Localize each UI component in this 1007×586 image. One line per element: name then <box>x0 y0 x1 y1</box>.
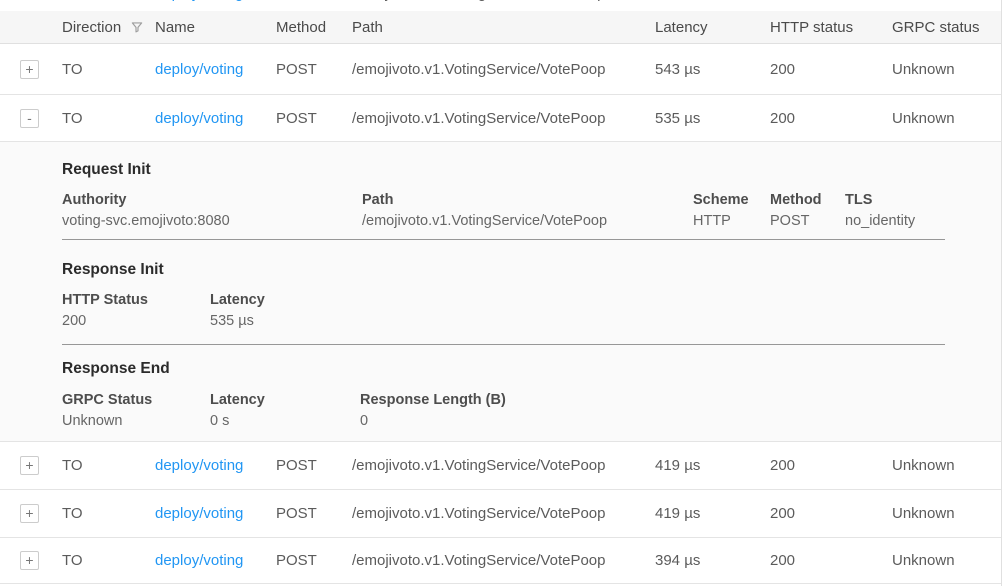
http-status-cell: 200 <box>770 110 892 127</box>
direction-cell: TO <box>62 0 155 3</box>
field-value: 200 <box>62 313 210 330</box>
grpc-status-cell: Unknown <box>892 457 1001 474</box>
collapse-row-button[interactable]: - <box>20 109 39 128</box>
column-header-label: Direction <box>62 19 121 36</box>
method-cell: POST <box>276 457 352 474</box>
field-http-status: HTTP Status 200 <box>62 292 210 330</box>
latency-cell: 419 µs <box>655 457 770 474</box>
field-method: Method POST <box>770 192 845 230</box>
expand-row-button[interactable]: + <box>20 504 39 523</box>
column-header-direction: Direction <box>62 19 155 36</box>
path-cell: /emojivoto.v1.VotingService/VotePoop <box>352 457 655 474</box>
field-tls: TLS no_identity <box>845 192 1001 230</box>
http-status-cell: 200 <box>770 457 892 474</box>
table-header: Direction Name Method Path Latency HTTP … <box>0 11 1001 44</box>
column-header-grpc-status: GRPC status <box>892 19 1001 36</box>
path-cell: /emojivoto.v1.VotingService/VotePoop <box>352 505 655 522</box>
name-link[interactable]: deploy/voting <box>155 0 243 2</box>
field-label: Authority <box>62 192 362 209</box>
method-cell: POST <box>276 0 352 3</box>
name-link[interactable]: deploy/voting <box>155 552 243 569</box>
column-header-latency: Latency <box>655 19 770 36</box>
field-label: Method <box>770 192 845 209</box>
http-status-cell: 200 <box>770 505 892 522</box>
method-cell: POST <box>276 61 352 78</box>
response-end-title: Response End <box>62 345 1001 378</box>
filter-icon[interactable] <box>130 20 144 34</box>
field-value: 0 <box>360 413 1001 430</box>
field-value: /emojivoto.v1.VotingService/VotePoop <box>362 213 693 230</box>
direction-cell: TO <box>62 505 155 522</box>
field-label: TLS <box>845 192 1001 209</box>
clipped-top-row: TO deploy/voting POST /emojivoto.v1.Voti… <box>0 0 1001 11</box>
latency-cell: 543 µs <box>655 61 770 78</box>
table-row-expanded: - TO deploy/voting POST /emojivoto.v1.Vo… <box>0 95 1001 142</box>
response-init-title: Response Init <box>62 240 1001 279</box>
field-label: Scheme <box>693 192 770 209</box>
expanded-detail-panel: Request Init Authority voting-svc.emojiv… <box>0 142 1001 442</box>
field-label: GRPC Status <box>62 392 210 409</box>
field-response-length: Response Length (B) 0 <box>360 392 1001 430</box>
direction-cell: TO <box>62 61 155 78</box>
field-value: 535 µs <box>210 313 1001 330</box>
table-row: + TO deploy/voting POST /emojivoto.v1.Vo… <box>0 44 1001 95</box>
column-header-method: Method <box>276 19 352 36</box>
expand-row-button[interactable]: + <box>20 456 39 475</box>
expand-row-button[interactable]: + <box>20 551 39 570</box>
response-init-fields: HTTP Status 200 Latency 535 µs <box>62 292 1001 330</box>
column-header-name: Name <box>155 19 276 36</box>
request-init-fields: Authority voting-svc.emojivoto:8080 Path… <box>62 192 1001 230</box>
response-end-fields: GRPC Status Unknown Latency 0 s Response… <box>62 392 1001 430</box>
method-cell: POST <box>276 110 352 127</box>
method-cell: POST <box>276 552 352 569</box>
path-cell: /emojivoto.v1.VotingService/VotePoop <box>352 0 655 3</box>
tap-table-card: TO deploy/voting POST /emojivoto.v1.Voti… <box>0 0 1002 586</box>
field-value: no_identity <box>845 213 1001 230</box>
field-value: 0 s <box>210 413 360 430</box>
grpc-status-cell: Unknown <box>892 61 1001 78</box>
field-value: voting-svc.emojivoto:8080 <box>62 213 362 230</box>
field-label: HTTP Status <box>62 292 210 309</box>
http-status-cell: 200 <box>770 61 892 78</box>
field-latency: Latency 0 s <box>210 392 360 430</box>
direction-cell: TO <box>62 110 155 127</box>
field-authority: Authority voting-svc.emojivoto:8080 <box>62 192 362 230</box>
field-label: Latency <box>210 292 1001 309</box>
latency-cell: 394 µs <box>655 552 770 569</box>
table-row: + TO deploy/voting POST /emojivoto.v1.Vo… <box>0 490 1001 538</box>
latency-cell: 419 µs <box>655 505 770 522</box>
latency-cell: 535 µs <box>655 110 770 127</box>
field-label: Latency <box>210 392 360 409</box>
table-row: + TO deploy/voting POST /emojivoto.v1.Vo… <box>0 442 1001 490</box>
field-value: Unknown <box>62 413 210 430</box>
request-init-title: Request Init <box>62 142 1001 179</box>
field-grpc-status: GRPC Status Unknown <box>62 392 210 430</box>
path-cell: /emojivoto.v1.VotingService/VotePoop <box>352 552 655 569</box>
field-path: Path /emojivoto.v1.VotingService/VotePoo… <box>362 192 693 230</box>
field-scheme: Scheme HTTP <box>693 192 770 230</box>
field-value: HTTP <box>693 213 770 230</box>
name-link[interactable]: deploy/voting <box>155 505 243 522</box>
name-link[interactable]: deploy/voting <box>155 61 243 78</box>
path-cell: /emojivoto.v1.VotingService/VotePoop <box>352 110 655 127</box>
field-label: Path <box>362 192 693 209</box>
field-label: Response Length (B) <box>360 392 1001 409</box>
table-row: TO deploy/voting POST /emojivoto.v1.Voti… <box>0 0 1001 3</box>
grpc-status-cell: Unknown <box>892 110 1001 127</box>
path-cell: /emojivoto.v1.VotingService/VotePoop <box>352 61 655 78</box>
name-link[interactable]: deploy/voting <box>155 457 243 474</box>
direction-cell: TO <box>62 457 155 474</box>
column-header-path: Path <box>352 19 655 36</box>
http-status-cell: 200 <box>770 552 892 569</box>
name-link[interactable]: deploy/voting <box>155 110 243 127</box>
column-header-http-status: HTTP status <box>770 19 892 36</box>
field-latency: Latency 535 µs <box>210 292 1001 330</box>
method-cell: POST <box>276 505 352 522</box>
grpc-status-cell: Unknown <box>892 505 1001 522</box>
direction-cell: TO <box>62 552 155 569</box>
field-value: POST <box>770 213 845 230</box>
grpc-status-cell: Unknown <box>892 552 1001 569</box>
table-row: + TO deploy/voting POST /emojivoto.v1.Vo… <box>0 538 1001 584</box>
expand-row-button[interactable]: + <box>20 60 39 79</box>
